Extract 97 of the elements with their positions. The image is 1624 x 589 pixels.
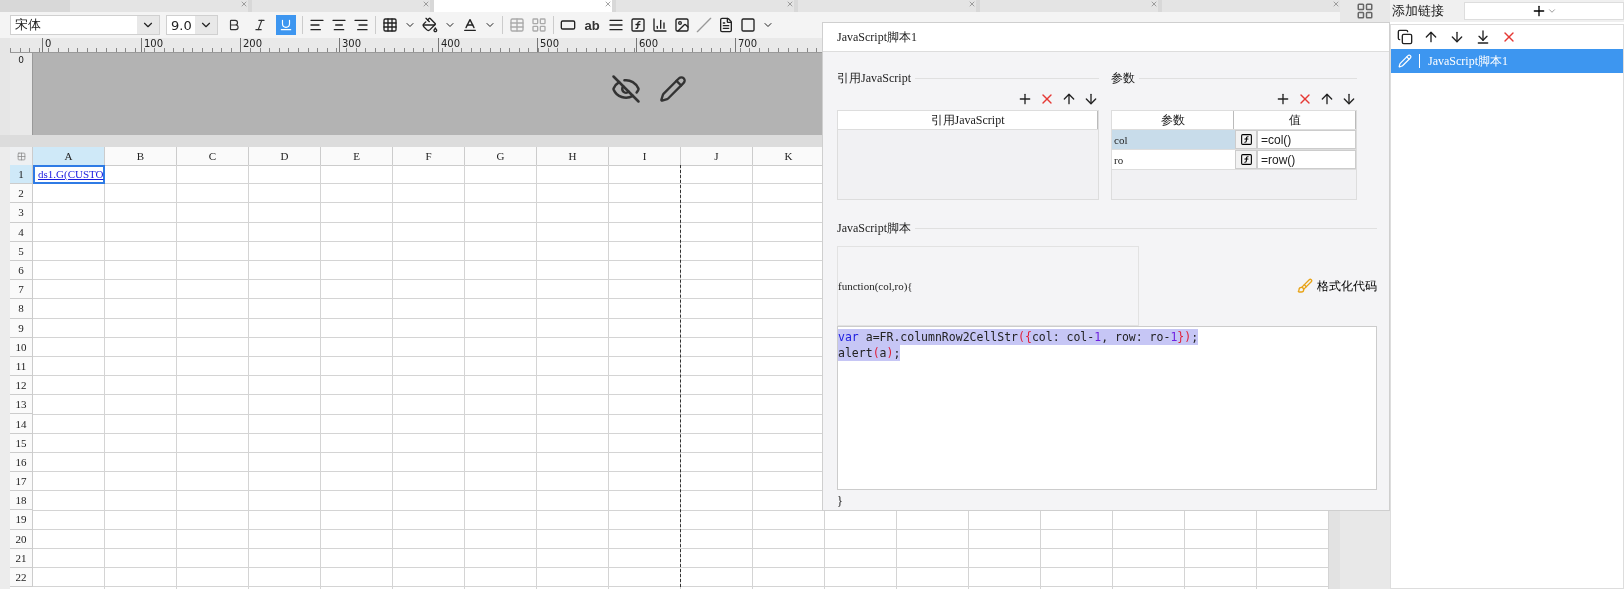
row-header[interactable]: 19 bbox=[10, 510, 33, 530]
row-header[interactable]: 3 bbox=[10, 203, 33, 223]
param-value-field[interactable]: =col() bbox=[1257, 130, 1356, 149]
row-header[interactable]: 14 bbox=[10, 414, 33, 434]
column-header[interactable]: C bbox=[177, 147, 249, 166]
param-name[interactable]: ro bbox=[1112, 150, 1235, 169]
row-header[interactable]: 1 bbox=[10, 165, 33, 185]
section-heading: 参数 bbox=[1111, 69, 1135, 87]
ruler-label: 200 bbox=[243, 38, 263, 49]
column-header[interactable]: E bbox=[321, 147, 393, 166]
bold-icon bbox=[227, 18, 241, 32]
font-size-select[interactable]: 9.0 bbox=[166, 15, 218, 35]
font-size-value: 9.0 bbox=[171, 17, 192, 33]
close-icon[interactable] bbox=[604, 0, 612, 8]
plus-icon bbox=[1531, 3, 1547, 19]
grid-icon bbox=[16, 151, 26, 161]
underline-button[interactable] bbox=[276, 15, 296, 35]
panel-title: 添加链接 bbox=[1392, 2, 1444, 20]
section-heading: JavaScript脚本 bbox=[837, 219, 911, 237]
ruler-label: 0 bbox=[18, 55, 24, 65]
underline-icon bbox=[279, 18, 293, 32]
row-header[interactable]: 2 bbox=[10, 184, 33, 204]
ruler-label: 0 bbox=[45, 38, 52, 49]
format-code-button[interactable]: 格式化代码 bbox=[1297, 277, 1377, 295]
add-dropdown[interactable] bbox=[1464, 2, 1624, 20]
param-value-field[interactable]: =row() bbox=[1257, 150, 1356, 169]
pencil-icon bbox=[659, 75, 687, 103]
copy-icon bbox=[1397, 29, 1413, 45]
paragraph-icon bbox=[608, 17, 624, 33]
align-center-icon bbox=[331, 17, 347, 33]
function-signature: function(col,ro){ bbox=[838, 280, 913, 292]
merge-cells-icon bbox=[509, 17, 525, 33]
close-icon[interactable] bbox=[1332, 0, 1340, 8]
document-icon bbox=[718, 17, 734, 33]
add-icon bbox=[1017, 91, 1033, 107]
column-header[interactable]: F bbox=[393, 147, 465, 166]
close-icon[interactable] bbox=[1150, 0, 1158, 8]
row-header[interactable]: 18 bbox=[10, 491, 33, 511]
line-icon bbox=[696, 17, 712, 33]
function-icon bbox=[1239, 133, 1253, 146]
section-heading: 引用JavaScript bbox=[837, 69, 911, 87]
function-closing: } bbox=[837, 494, 843, 509]
row-header[interactable]: 12 bbox=[10, 376, 33, 396]
bar-chart-icon bbox=[652, 17, 668, 33]
column-header[interactable]: J bbox=[681, 147, 753, 166]
font-select[interactable]: 宋体 bbox=[10, 15, 160, 35]
row-header[interactable]: 17 bbox=[10, 472, 33, 492]
column-header: 引用JavaScript bbox=[838, 111, 1098, 129]
function-icon bbox=[1239, 153, 1253, 166]
column-header[interactable]: K bbox=[753, 147, 825, 166]
ruler-label: 100 bbox=[144, 38, 164, 49]
column-header[interactable]: G bbox=[465, 147, 537, 166]
chevron-down-icon bbox=[1547, 6, 1557, 16]
move-bottom-icon bbox=[1475, 29, 1491, 45]
ruler-label: 500 bbox=[540, 38, 560, 49]
grid-icon bbox=[1356, 2, 1374, 20]
ruler-label: 300 bbox=[342, 38, 362, 49]
column-header[interactable]: B bbox=[105, 147, 177, 166]
column-header[interactable]: H bbox=[537, 147, 609, 166]
ruler-label: 600 bbox=[639, 38, 659, 49]
row-header[interactable]: 13 bbox=[10, 395, 33, 415]
border-grid-icon bbox=[382, 17, 398, 33]
align-right-icon bbox=[353, 17, 369, 33]
selected-cell[interactable]: ds1.G(CUSTO bbox=[33, 165, 105, 185]
formula-button[interactable] bbox=[1235, 130, 1257, 149]
font-color-icon bbox=[462, 17, 478, 33]
column-header: 参数 bbox=[1112, 111, 1234, 129]
function-icon bbox=[630, 17, 646, 33]
brush-icon bbox=[1297, 278, 1313, 294]
split-cells-icon bbox=[531, 17, 547, 33]
close-icon[interactable] bbox=[968, 0, 976, 8]
align-left-icon bbox=[309, 17, 325, 33]
dialog-title: JavaScript脚本1 bbox=[837, 28, 917, 46]
close-icon[interactable] bbox=[786, 0, 794, 8]
ruler-label: 700 bbox=[738, 38, 758, 49]
column-header[interactable]: D bbox=[249, 147, 321, 166]
font-value: 宋体 bbox=[15, 16, 41, 34]
paint-bucket-icon bbox=[422, 17, 438, 33]
eye-off-icon bbox=[611, 74, 641, 104]
row-header[interactable]: 8 bbox=[10, 299, 33, 319]
column-header: 值 bbox=[1234, 111, 1356, 129]
close-icon[interactable] bbox=[240, 0, 248, 8]
link-label: JavaScript脚本1 bbox=[1427, 52, 1508, 70]
param-name[interactable]: col bbox=[1112, 130, 1235, 149]
column-header[interactable]: I bbox=[609, 147, 681, 166]
ruler-label: 400 bbox=[441, 38, 461, 49]
formula-button[interactable] bbox=[1235, 150, 1257, 169]
text-tool-button[interactable]: ab bbox=[582, 15, 602, 35]
border-icon bbox=[740, 17, 756, 33]
row-header[interactable]: 7 bbox=[10, 280, 33, 300]
add-icon bbox=[1275, 91, 1291, 107]
italic-icon bbox=[253, 18, 267, 32]
code-editor[interactable]: var a=FR.columnRow2CellStr({col: col-1, row: ro-1}); alert(a); bbox=[837, 326, 1377, 490]
pencil-icon bbox=[1398, 54, 1412, 68]
close-icon[interactable] bbox=[422, 0, 430, 8]
text-field-icon bbox=[560, 17, 576, 33]
image-icon bbox=[674, 17, 690, 33]
